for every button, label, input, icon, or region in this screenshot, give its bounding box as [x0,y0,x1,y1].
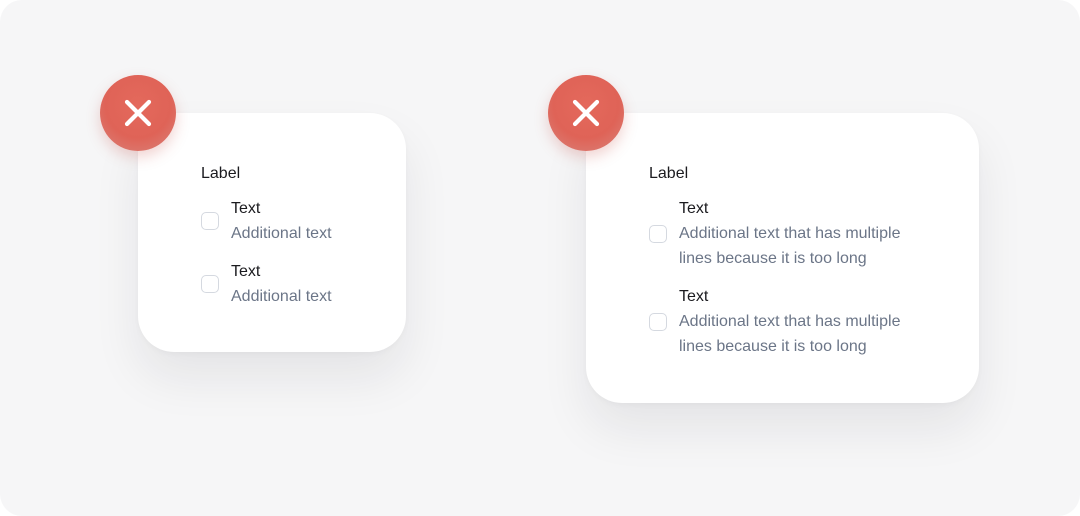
option-title: Text [679,288,709,305]
close-icon [571,98,601,128]
option-description-line: Additional text that has multiple [679,225,901,242]
option-checkbox[interactable] [201,212,219,230]
option-checkbox[interactable] [201,275,219,293]
incorrect-badge [100,75,176,151]
incorrect-badge [548,75,624,151]
option-description: Additional text [231,225,332,242]
group-label: Label [201,165,241,182]
option-title: Text [679,200,709,217]
option-title: Text [231,263,261,280]
option-checkbox[interactable] [649,225,667,243]
close-icon [123,98,153,128]
group-label: Label [649,165,689,182]
option-description-line: lines because it is too long [679,250,867,267]
option-title: Text [231,200,261,217]
option-checkbox[interactable] [649,313,667,331]
option-description-line: lines because it is too long [679,338,867,355]
option-description-line: Additional text that has multiple [679,313,901,330]
canvas: Label Text Additional text Text Addition… [0,0,1080,516]
option-description: Additional text [231,288,332,305]
